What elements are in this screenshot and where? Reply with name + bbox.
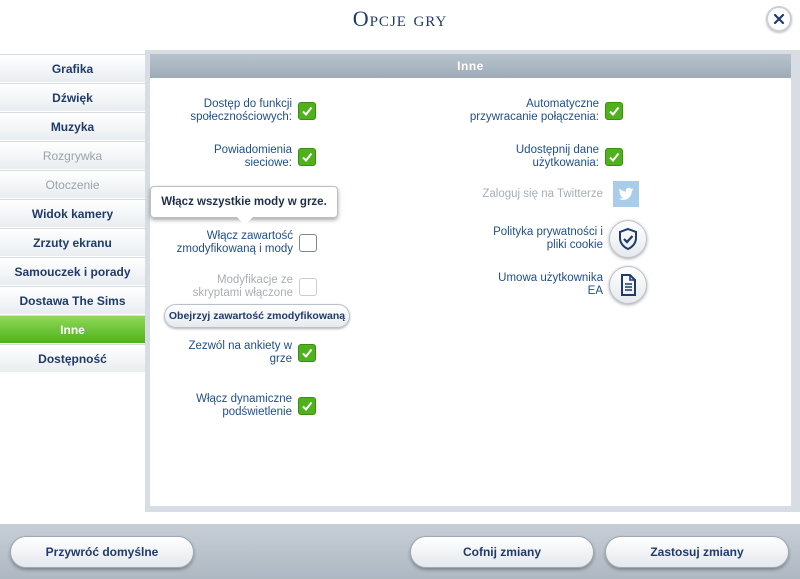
document-icon: [621, 274, 636, 296]
auto-reconnect-checkbox[interactable]: [605, 102, 623, 120]
checkmark-icon: [302, 348, 313, 359]
sidebar-item-widok-kamery[interactable]: Widok kamery: [0, 199, 145, 227]
option-label: Polityka prywatności i pliki cookie: [493, 226, 603, 251]
sidebar-item-grafika[interactable]: Grafika: [0, 54, 145, 82]
options-sidebar: Grafika Dźwięk Muzyka Rozgrywka Otoczeni…: [0, 54, 145, 373]
option-social-features: Dostęp do funkcji społecznościowych:: [190, 98, 316, 124]
checkmark-icon: [302, 152, 313, 163]
option-label: Włącz dynamiczne podświetlenie: [196, 393, 292, 418]
option-share-usage: Udostępnij dane użytkowania:: [516, 144, 623, 170]
sidebar-item-zrzuty-ekranu[interactable]: Zrzuty ekranu: [0, 228, 145, 256]
option-label: Dostęp do funkcji społecznościowych:: [190, 98, 292, 123]
option-script-mods: Modyfikacje ze skryptami włączone: [193, 274, 317, 300]
options-panel: Inne Dostęp do funkcji społecznościowych…: [150, 54, 791, 506]
share-usage-checkbox[interactable]: [605, 148, 623, 166]
script-mods-checkbox: [299, 278, 317, 296]
page-title: Opcje gry: [352, 6, 448, 31]
panel-header: Inne: [150, 54, 791, 78]
twitter-login-button: [613, 181, 639, 207]
privacy-policy-button[interactable]: [609, 220, 647, 258]
option-label: Zezwól na ankiety w grze: [188, 340, 292, 365]
sidebar-item-rozgrywka: Rozgrywka: [0, 141, 145, 169]
option-label: Modyfikacje ze skryptami włączone: [192, 274, 293, 299]
option-custom-content: Włącz zawartość zmodyfikowaną i mody: [177, 230, 317, 256]
apply-changes-button[interactable]: Zastosuj zmiany: [605, 536, 789, 568]
option-twitter-login: Zaloguj się na Twitterze: [482, 181, 639, 207]
user-agreement-button[interactable]: [609, 266, 647, 304]
option-surveys: Zezwól na ankiety w grze: [188, 340, 316, 366]
sidebar-item-dzwiek[interactable]: Dźwięk: [0, 83, 145, 111]
sidebar-item-otoczenie: Otoczenie: [0, 170, 145, 198]
option-user-agreement: Umowa użytkownika EA: [498, 266, 647, 304]
dynamic-lighting-checkbox[interactable]: [298, 397, 316, 415]
option-label: Udostępnij dane użytkowania:: [515, 144, 599, 169]
sidebar-item-dostepnosc[interactable]: Dostępność: [0, 344, 145, 372]
checkmark-icon: [302, 401, 313, 412]
shield-check-icon: [619, 227, 637, 251]
footer-bar: Przywróć domyślne Cofnij zmiany Zastosuj…: [0, 524, 800, 579]
checkmark-icon: [302, 106, 313, 117]
option-network-notifications: Powiadomienia sieciowe:: [214, 144, 316, 170]
sidebar-item-dostawa[interactable]: Dostawa The Sims: [0, 286, 145, 314]
network-notifications-checkbox[interactable]: [298, 148, 316, 166]
sidebar-item-inne[interactable]: Inne: [0, 315, 145, 343]
sidebar-item-samouczek[interactable]: Samouczek i porady: [0, 257, 145, 285]
option-auto-reconnect: Automatyczne przywracanie połączenia:: [470, 98, 623, 124]
option-label: Automatyczne przywracanie połączenia:: [469, 98, 599, 123]
undo-changes-button[interactable]: Cofnij zmiany: [410, 536, 594, 568]
social-features-checkbox[interactable]: [298, 102, 316, 120]
restore-defaults-button[interactable]: Przywróć domyślne: [10, 536, 194, 568]
checkmark-icon: [609, 106, 620, 117]
view-custom-content-button[interactable]: Obejrzyj zawartość zmodyfikowaną: [164, 304, 350, 328]
sidebar-item-muzyka[interactable]: Muzyka: [0, 112, 145, 140]
custom-content-tooltip: Włącz wszystkie mody w grze.: [150, 186, 338, 225]
option-dynamic-lighting: Włącz dynamiczne podświetlenie: [196, 393, 316, 419]
surveys-checkbox[interactable]: [298, 344, 316, 362]
close-button[interactable]: [766, 6, 792, 32]
option-label: Umowa użytkownika EA: [498, 272, 603, 297]
option-label: Zaloguj się na Twitterze: [482, 187, 603, 200]
checkmark-icon: [609, 152, 620, 163]
option-label: Włącz zawartość zmodyfikowaną i mody: [176, 230, 293, 255]
twitter-bird-icon: [618, 187, 634, 201]
custom-content-checkbox[interactable]: [299, 234, 317, 252]
option-label: Powiadomienia sieciowe:: [214, 144, 292, 169]
close-icon: [773, 13, 785, 25]
option-privacy-policy: Polityka prywatności i pliki cookie: [493, 220, 647, 258]
